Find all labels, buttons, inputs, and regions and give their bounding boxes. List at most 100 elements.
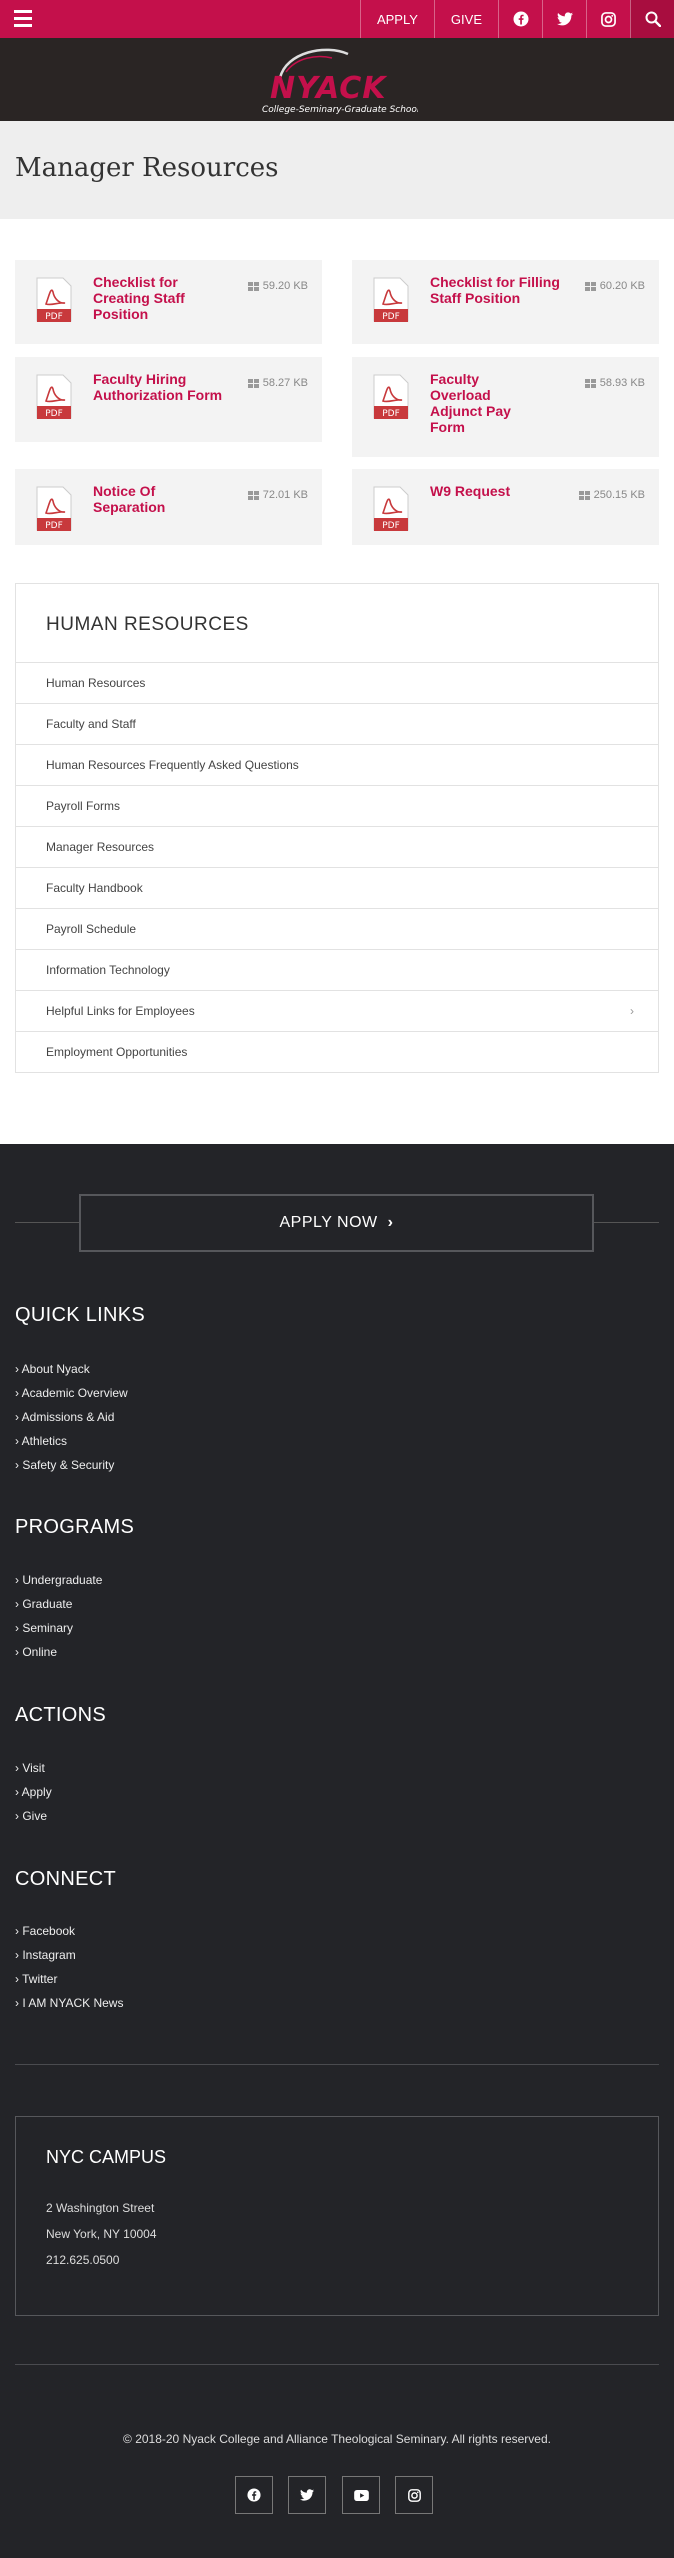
hr-nav-item[interactable]: Payroll Schedule [16, 908, 658, 949]
hr-nav-item[interactable]: Employment Opportunities [16, 1031, 658, 1072]
apply-now-button[interactable]: APPLY NOW › [79, 1194, 594, 1252]
menu-icon[interactable] [14, 10, 32, 27]
twitter-icon[interactable] [288, 2476, 326, 2514]
document-title[interactable]: W9 Request [430, 483, 560, 499]
document-title[interactable]: Checklist for Filling Staff Position [430, 274, 560, 306]
footer-link[interactable]: › Apply [15, 1783, 52, 1807]
document-card[interactable]: PDF Notice Of Separation 72.01 KB [15, 469, 322, 545]
file-size-icon [584, 281, 596, 291]
footer-link[interactable]: › Seminary [15, 1619, 102, 1643]
document-size: 60.20 KB [584, 280, 645, 292]
pdf-file-icon: PDF [36, 277, 72, 322]
pdf-file-icon: PDF [373, 486, 409, 531]
actions-list: › Visit › Apply › Give [15, 1759, 52, 1831]
svg-text:PDF: PDF [45, 409, 63, 419]
file-size-icon [584, 378, 596, 388]
programs-list: › Undergraduate › Graduate › Seminary › … [15, 1571, 102, 1667]
logo-tagline: College-Seminary-Graduate Schools [262, 105, 418, 115]
document-title[interactable]: Checklist for Creating Staff Position [93, 274, 223, 322]
footer-link[interactable]: › Undergraduate [15, 1571, 102, 1595]
file-size-icon [247, 378, 259, 388]
document-card[interactable]: PDF Faculty Hiring Authorization Form 58… [15, 357, 322, 442]
hr-nav-item[interactable]: Faculty Handbook [16, 867, 658, 908]
give-link[interactable]: GIVE [433, 0, 498, 38]
footer-link[interactable]: › Athletics [15, 1432, 128, 1456]
footer-link[interactable]: › Twitter [15, 1970, 123, 1994]
site-footer: APPLY NOW › QUICK LINKS › About Nyack › A… [0, 1144, 674, 2558]
instagram-icon[interactable] [395, 2476, 433, 2514]
footer-link[interactable]: › Facebook [15, 1922, 123, 1946]
footer-link[interactable]: › Give [15, 1807, 52, 1831]
hr-nav-list: Human Resources Faculty and Staff Human … [16, 662, 658, 1072]
logo-band: NYACK College-Seminary-Graduate Schools [0, 38, 674, 121]
page-title: Manager Resources [15, 153, 279, 183]
campus-city: New York, NY 10004 [46, 2227, 157, 2241]
footer-link[interactable]: › Academic Overview [15, 1384, 128, 1408]
hr-nav-item[interactable]: Human Resources Frequently Asked Questio… [16, 744, 658, 785]
document-title[interactable]: Notice Of Separation [93, 483, 203, 515]
hr-nav-item[interactable]: Payroll Forms [16, 785, 658, 826]
hr-nav-item-label: Helpful Links for Employees [46, 1004, 195, 1018]
hr-navigation: HUMAN RESOURCES Human Resources Faculty … [15, 583, 659, 1073]
footer-link[interactable]: › Online [15, 1643, 102, 1667]
top-bar: APPLY GIVE [0, 0, 674, 38]
hr-nav-item-expandable[interactable]: Helpful Links for Employees › [16, 990, 658, 1031]
svg-text:PDF: PDF [45, 521, 63, 531]
hr-nav-item[interactable]: Human Resources [16, 662, 658, 703]
connect-list: › Facebook › Instagram › Twitter › I AM … [15, 1922, 123, 2018]
pdf-file-icon: PDF [36, 486, 72, 531]
campus-phone[interactable]: 212.625.0500 [46, 2253, 119, 2267]
pdf-file-icon: PDF [373, 277, 409, 322]
quick-links-list: › About Nyack › Academic Overview › Admi… [15, 1360, 128, 1480]
hr-nav-item[interactable]: Faculty and Staff [16, 703, 658, 744]
document-card[interactable]: PDF Checklist for Creating Staff Positio… [15, 260, 322, 344]
top-actions: APPLY GIVE [359, 0, 674, 38]
page-header: Manager Resources [0, 121, 674, 219]
document-title[interactable]: Faculty Overload Adjunct Pay Form [430, 371, 530, 435]
chevron-right-icon: › [387, 1214, 394, 1231]
svg-text:PDF: PDF [382, 409, 400, 419]
apply-link[interactable]: APPLY [359, 0, 434, 38]
document-card[interactable]: PDF Faculty Overload Adjunct Pay Form 58… [352, 357, 659, 457]
footer-link[interactable]: › Instagram [15, 1946, 123, 1970]
document-size: 58.93 KB [584, 377, 645, 389]
footer-link[interactable]: › I AM NYACK News [15, 1994, 123, 2018]
document-size: 250.15 KB [578, 489, 645, 501]
campus-box: NYC CAMPUS 2 Washington Street New York,… [15, 2116, 659, 2316]
footer-link[interactable]: › Admissions & Aid [15, 1408, 128, 1432]
campus-title: NYC CAMPUS [46, 2147, 167, 2167]
svg-text:PDF: PDF [45, 312, 63, 322]
nyack-logo[interactable]: NYACK College-Seminary-Graduate Schools [256, 44, 418, 116]
footer-link[interactable]: › Safety & Security [15, 1456, 128, 1480]
document-size: 58.27 KB [247, 377, 308, 389]
hr-nav-heading: HUMAN RESOURCES [46, 614, 249, 635]
hr-nav-item[interactable]: Manager Resources [16, 826, 658, 867]
document-size: 59.20 KB [247, 280, 308, 292]
footer-link[interactable]: › Visit [15, 1759, 52, 1783]
footer-link[interactable]: › Graduate [15, 1595, 102, 1619]
document-title[interactable]: Faculty Hiring Authorization Form [93, 371, 223, 403]
document-card[interactable]: PDF W9 Request 250.15 KB [352, 469, 659, 545]
hr-nav-item[interactable]: Information Technology [16, 949, 658, 990]
twitter-icon[interactable] [542, 0, 586, 38]
quick-links-heading: QUICK LINKS [15, 1304, 145, 1326]
youtube-icon[interactable] [342, 2476, 380, 2514]
svg-text:PDF: PDF [382, 312, 400, 322]
copyright: © 2018-20 Nyack College and Alliance The… [123, 2432, 551, 2446]
connect-heading: CONNECT [15, 1868, 116, 1890]
svg-text:PDF: PDF [382, 521, 400, 531]
file-size-icon [247, 490, 259, 500]
divider [15, 2064, 659, 2065]
chevron-right-icon[interactable]: › [630, 1004, 634, 1018]
document-size: 72.01 KB [247, 489, 308, 501]
pdf-file-icon: PDF [36, 374, 72, 419]
document-card[interactable]: PDF Checklist for Filling Staff Position… [352, 260, 659, 344]
divider [15, 1222, 79, 1223]
divider [594, 1222, 659, 1223]
footer-link[interactable]: › About Nyack [15, 1360, 128, 1384]
search-icon[interactable] [630, 0, 674, 38]
instagram-icon[interactable] [586, 0, 630, 38]
facebook-icon[interactable] [235, 2476, 273, 2514]
campus-street: 2 Washington Street [46, 2201, 155, 2215]
facebook-icon[interactable] [498, 0, 542, 38]
